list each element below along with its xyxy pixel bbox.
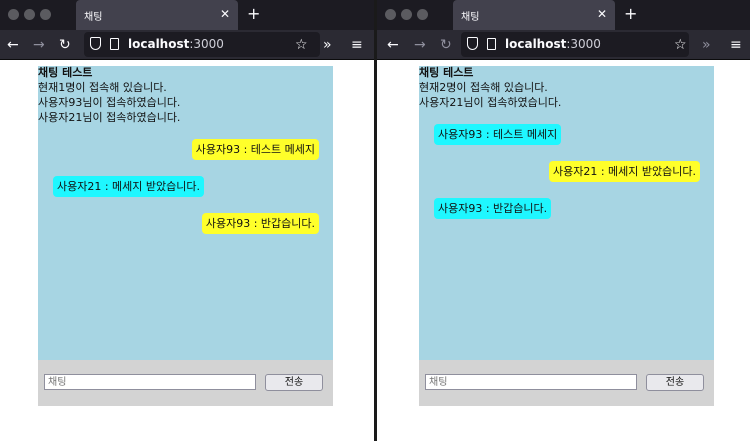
page-icon[interactable] xyxy=(487,38,496,50)
forward-icon[interactable]: → xyxy=(414,36,426,54)
tab-chat[interactable]: 채팅 ✕ xyxy=(76,0,238,30)
system-message: 사용자93님이 접속하였습니다. xyxy=(38,96,181,109)
tab-bar: 채팅 ✕ + xyxy=(377,0,750,30)
url-text: localhost:3000 xyxy=(128,37,224,51)
overflow-icon[interactable]: » xyxy=(323,36,332,54)
close-tab-icon[interactable]: ✕ xyxy=(597,6,607,22)
chat-input[interactable] xyxy=(44,374,256,390)
app-title: 채팅 테스트 xyxy=(38,66,93,79)
minimize-window-dot[interactable] xyxy=(401,9,412,20)
send-button[interactable]: 전송 xyxy=(646,374,704,391)
url-bar[interactable]: localhost:3000 xyxy=(84,32,320,57)
browser-window-right: 채팅 ✕ + ← → ↻ localhost:3000 ☆ » ≡ 채팅 테스트… xyxy=(377,0,750,441)
chat-message-other: 사용자21 : 메세지 받았습니다. xyxy=(53,176,205,197)
system-message: 현재1명이 접속해 있습니다. xyxy=(38,81,167,94)
send-button[interactable]: 전송 xyxy=(265,374,323,391)
minimize-window-dot[interactable] xyxy=(24,9,35,20)
close-window-dot[interactable] xyxy=(385,9,396,20)
tab-title: 채팅 xyxy=(461,12,480,23)
reload-icon[interactable]: ↻ xyxy=(59,36,71,54)
back-icon[interactable]: ← xyxy=(7,36,19,54)
browser-window-left: 채팅 ✕ + ← → ↻ localhost:3000 ☆ » ≡ 채팅 테스트… xyxy=(0,0,374,441)
menu-icon[interactable]: ≡ xyxy=(730,36,742,54)
reload-icon[interactable]: ↻ xyxy=(440,36,452,54)
system-message: 사용자21님이 접속하였습니다. xyxy=(38,111,181,124)
tab-chat[interactable]: 채팅 ✕ xyxy=(453,0,615,30)
shield-icon[interactable] xyxy=(90,37,101,50)
shield-icon[interactable] xyxy=(467,37,478,50)
new-tab-icon[interactable]: + xyxy=(624,4,637,24)
maximize-window-dot[interactable] xyxy=(40,9,51,20)
chat-input-bar: 전송 xyxy=(38,360,333,406)
page-content: 채팅 테스트 현재1명이 접속해 있습니다. 사용자93님이 접속하였습니다. … xyxy=(0,61,374,441)
page-icon[interactable] xyxy=(110,38,119,50)
tab-bar: 채팅 ✕ + xyxy=(0,0,374,30)
url-text: localhost:3000 xyxy=(505,37,601,51)
chat-message-other: 사용자93 : 테스트 메세지 xyxy=(434,124,562,145)
chat-message-mine: 사용자93 : 반갑습니다. xyxy=(201,213,319,234)
chat-message-other: 사용자93 : 반갑습니다. xyxy=(434,198,552,219)
system-message: 현재2명이 접속해 있습니다. xyxy=(419,81,548,94)
forward-icon[interactable]: → xyxy=(33,36,45,54)
maximize-window-dot[interactable] xyxy=(417,9,428,20)
system-message: 사용자21님이 접속하였습니다. xyxy=(419,96,562,109)
chat-message-mine: 사용자21 : 메세지 받았습니다. xyxy=(548,161,700,182)
tab-title: 채팅 xyxy=(84,12,103,23)
navigation-bar: ← → ↻ localhost:3000 ☆ » ≡ xyxy=(0,30,374,60)
chat-input-bar: 전송 xyxy=(419,360,714,406)
menu-icon[interactable]: ≡ xyxy=(351,36,363,54)
page-content: 채팅 테스트 현재2명이 접속해 있습니다. 사용자21님이 접속하였습니다. … xyxy=(377,61,750,441)
chat-message-area: 채팅 테스트 현재2명이 접속해 있습니다. 사용자21님이 접속하였습니다. … xyxy=(419,66,714,360)
overflow-icon[interactable]: » xyxy=(702,36,711,54)
chat-app: 채팅 테스트 현재2명이 접속해 있습니다. 사용자21님이 접속하였습니다. … xyxy=(419,66,714,406)
navigation-bar: ← → ↻ localhost:3000 ☆ » ≡ xyxy=(377,30,750,60)
chat-app: 채팅 테스트 현재1명이 접속해 있습니다. 사용자93님이 접속하였습니다. … xyxy=(38,66,333,406)
bookmark-star-icon[interactable]: ☆ xyxy=(295,36,308,54)
app-title: 채팅 테스트 xyxy=(419,66,474,79)
bookmark-star-icon[interactable]: ☆ xyxy=(674,36,687,54)
back-icon[interactable]: ← xyxy=(387,36,399,54)
chat-input[interactable] xyxy=(425,374,637,390)
url-bar[interactable]: localhost:3000 xyxy=(461,32,689,57)
new-tab-icon[interactable]: + xyxy=(247,4,260,24)
close-tab-icon[interactable]: ✕ xyxy=(220,6,230,22)
chat-message-mine: 사용자93 : 테스트 메세지 xyxy=(191,139,319,160)
chat-message-area: 채팅 테스트 현재1명이 접속해 있습니다. 사용자93님이 접속하였습니다. … xyxy=(38,66,333,360)
close-window-dot[interactable] xyxy=(8,9,19,20)
